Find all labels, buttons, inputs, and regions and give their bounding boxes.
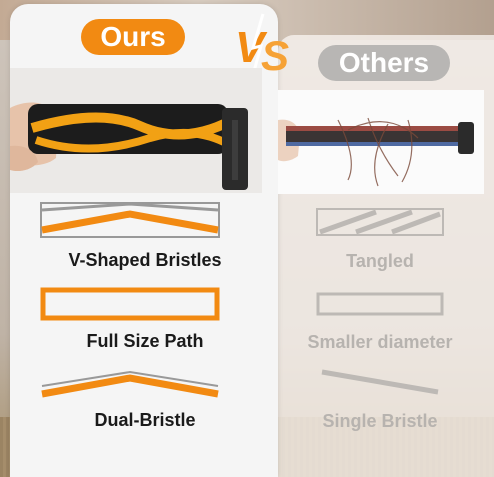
dual-bristle-icon bbox=[41, 370, 219, 398]
feature-label-single-bristle: Single Bristle bbox=[322, 411, 438, 431]
full-size-path-icon bbox=[40, 287, 220, 321]
others-brushroll-photo bbox=[278, 90, 484, 194]
single-bristle-icon bbox=[321, 369, 439, 395]
feature-label-v-shaped: V-Shaped Bristles bbox=[68, 250, 222, 270]
ours-brushroll-illustration bbox=[10, 68, 262, 193]
ours-badge: Ours bbox=[81, 19, 185, 55]
feature-label-smaller-diameter: Smaller diameter bbox=[307, 332, 453, 352]
smaller-path-icon bbox=[316, 292, 444, 316]
others-brushroll-illustration bbox=[278, 90, 484, 194]
feature-label-full-size: Full Size Path bbox=[86, 331, 204, 351]
v-shaped-bristle-icon bbox=[40, 202, 220, 238]
feature-label-dual-bristle: Dual-Bristle bbox=[94, 410, 196, 430]
tangled-bristle-icon bbox=[316, 208, 444, 236]
ours-brushroll-photo bbox=[10, 68, 262, 193]
others-badge: Others bbox=[318, 45, 450, 81]
feature-label-tangled: Tangled bbox=[346, 251, 414, 271]
svg-text:S: S bbox=[261, 32, 289, 79]
